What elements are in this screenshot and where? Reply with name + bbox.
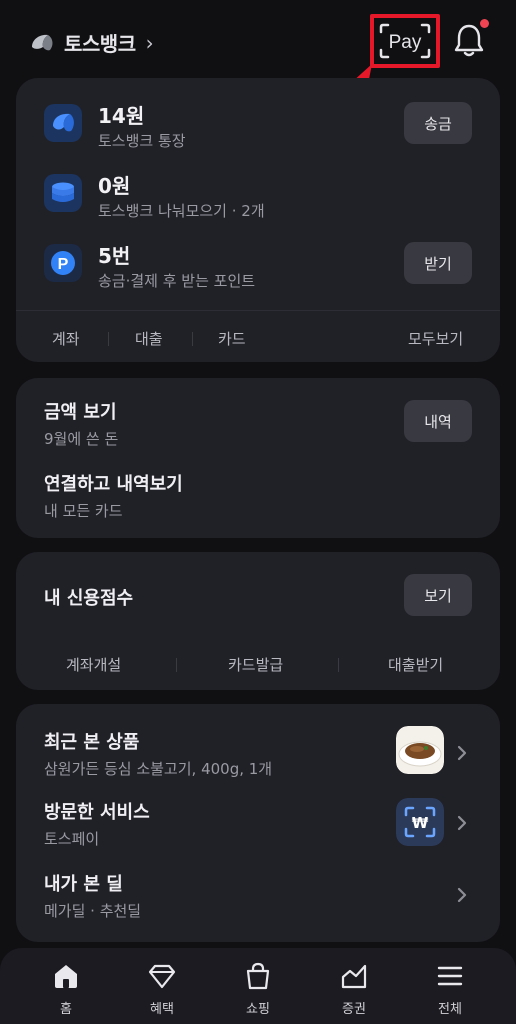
viewed-deal-title: 내가 본 딜 [44,874,123,895]
nav-shopping[interactable]: 쇼핑 [218,958,298,1020]
bank-selector[interactable]: 토스뱅크 › [28,28,154,57]
tab-loan[interactable]: 대출 [135,328,163,349]
chart-icon [341,964,367,989]
shopping-bag-icon [246,962,270,990]
svg-text:₩: ₩ [412,814,429,832]
accounts-card: 14원 토스뱅크 통장 송금 0원 토스뱅크 나눠모으기 · 2개 P 5번 송… [16,78,500,362]
view-credit-button[interactable]: 보기 [404,574,472,616]
pay-label: Pay [389,32,422,53]
nav-all-label: 전체 [438,1002,462,1017]
nav-stocks[interactable]: 증권 [314,958,394,1020]
points-count: 5번 [98,244,131,268]
diamond-icon [148,964,176,989]
chevron-right-icon: › [145,30,154,55]
nav-stocks-label: 증권 [342,1002,366,1017]
spending-subtitle: 9월에 쓴 돈 [44,430,119,448]
get-loan-link[interactable]: 대출받기 [388,654,443,675]
food-thumbnail [396,726,444,774]
toss-pay-thumbnail: ₩ [396,798,444,846]
points-icon: P [44,244,82,282]
chevron-right-icon [457,887,467,903]
connect-subtitle: 내 모든 카드 [44,502,123,520]
separator [192,332,193,346]
nav-home[interactable]: 홈 [26,958,106,1020]
view-all-link[interactable]: 모두보기 [408,328,463,349]
savings-name: 토스뱅크 나눠모으기 · 2개 [98,202,265,220]
recent-product-title: 최근 본 상품 [44,732,140,753]
credit-score-title[interactable]: 내 신용점수 [44,584,133,610]
nav-home-label: 홈 [60,1002,72,1017]
nav-all[interactable]: 전체 [410,958,490,1020]
bottom-nav: 홈 혜택 쇼핑 증권 전체 [0,948,516,1024]
divider [16,310,500,311]
separator [108,332,109,346]
toss-bank-icon [44,104,82,142]
top-header: 토스뱅크 › Pay [0,0,516,80]
history-button[interactable]: 내역 [404,400,472,442]
separator [338,658,339,672]
savings-balance: 0원 [98,174,131,198]
account-name: 토스뱅크 통장 [98,132,186,150]
nav-benefits[interactable]: 혜택 [122,958,202,1020]
credit-card: 내 신용점수 보기 계좌개설 카드발급 대출받기 [16,552,500,690]
visited-service-subtitle: 토스페이 [44,830,100,848]
viewed-deal-subtitle: 메가딜 · 추천딜 [44,902,142,920]
notification-dot [480,19,489,28]
nav-shopping-label: 쇼핑 [246,1002,270,1017]
account-tabs: 계좌 대출 카드 모두보기 [16,322,500,352]
bell-icon[interactable] [452,22,486,58]
tab-card[interactable]: 카드 [218,328,246,349]
receive-button[interactable]: 받기 [404,242,472,284]
chevron-right-icon [457,815,467,831]
spending-title[interactable]: 금액 보기 [44,398,117,424]
home-icon [55,965,77,988]
bank-name: 토스뱅크 [64,32,136,56]
recent-card: 최근 본 상품 삼원가든 등심 소불고기, 400g, 1개 방문한 서비스 토… [16,704,500,942]
recent-product-subtitle: 삼원가든 등심 소불고기, 400g, 1개 [44,760,273,778]
tab-account[interactable]: 계좌 [52,328,80,349]
credit-actions: 계좌개설 카드발급 대출받기 [16,650,500,680]
toss-bank-logo-icon [32,34,53,50]
stack-coins-icon [44,174,82,212]
connect-title[interactable]: 연결하고 내역보기 [44,470,183,496]
pay-scan-icon[interactable]: Pay [378,22,432,60]
account-balance: 14원 [98,104,145,128]
svg-text:P: P [58,256,69,273]
points-description: 송금·결제 후 받는 포인트 [98,272,256,290]
issue-card-link[interactable]: 카드발급 [228,654,283,675]
nav-benefits-label: 혜택 [150,1002,174,1017]
chevron-right-icon [457,745,467,761]
visited-service-title: 방문한 서비스 [44,802,150,823]
menu-icon [437,966,463,986]
spending-card: 금액 보기 9월에 쓴 돈 내역 연결하고 내역보기 내 모든 카드 [16,378,500,538]
account-row-savings[interactable]: 0원 토스뱅크 나눠모으기 · 2개 [44,170,484,224]
separator [176,658,177,672]
open-account-link[interactable]: 계좌개설 [66,654,121,675]
transfer-button[interactable]: 송금 [404,102,472,144]
